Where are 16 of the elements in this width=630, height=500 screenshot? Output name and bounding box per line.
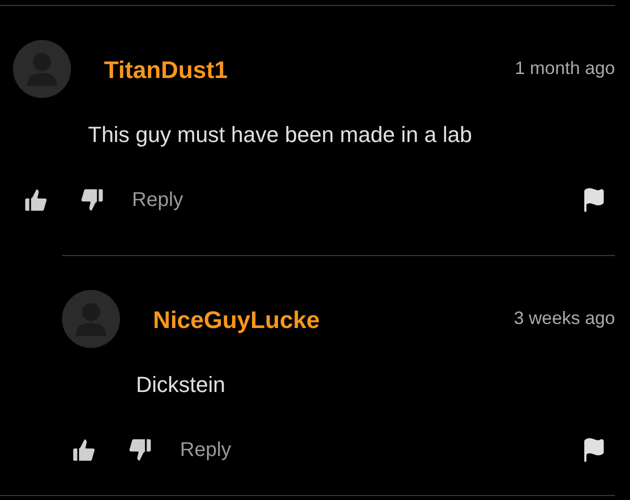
thumbs-up-icon[interactable] xyxy=(70,436,98,464)
comment-text: Dickstein xyxy=(136,372,226,397)
thumbs-down-icon[interactable] xyxy=(126,436,154,464)
thumbs-down-icon[interactable] xyxy=(78,186,106,214)
timestamp: 1 month ago xyxy=(514,56,615,80)
reply-button[interactable]: Reply xyxy=(180,435,232,465)
avatar-icon xyxy=(62,290,120,348)
username[interactable]: NiceGuyLucke xyxy=(153,303,320,339)
thumbs-up-icon[interactable] xyxy=(22,186,50,214)
flag-icon[interactable] xyxy=(581,437,607,463)
avatar-icon xyxy=(13,40,71,98)
comment-text: This guy must have been made in a lab xyxy=(88,122,472,147)
flag-icon[interactable] xyxy=(581,187,607,213)
username[interactable]: TitanDust1 xyxy=(104,53,228,89)
timestamp: 3 weeks ago xyxy=(514,306,615,330)
reply-button[interactable]: Reply xyxy=(132,185,184,215)
